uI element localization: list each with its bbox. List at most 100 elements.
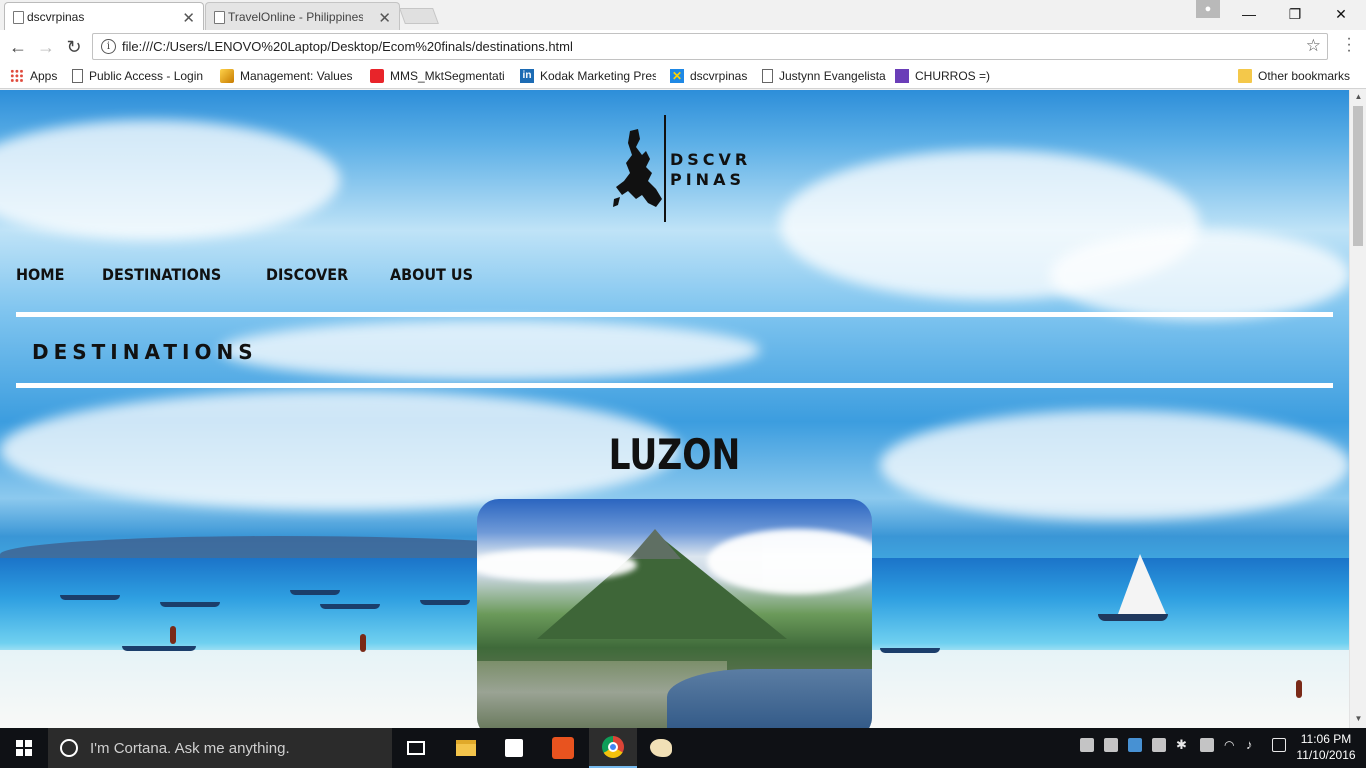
page-icon xyxy=(762,69,773,83)
bluetooth-icon[interactable]: ✱ xyxy=(1176,738,1190,752)
chrome-icon xyxy=(602,736,624,758)
tab-dscvrpinas[interactable]: dscvrpinas ✕ xyxy=(4,2,204,30)
site-navigation: HOME DESTINATIONS DISCOVER ABOUT US xyxy=(16,265,514,284)
url-text: file:///C:/Users/LENOVO%20Laptop/Desktop… xyxy=(122,39,573,54)
user-profile-icon[interactable]: ● xyxy=(1196,0,1220,18)
clock[interactable]: 11:06 PM 11/10/2016 xyxy=(1296,731,1356,763)
management-icon xyxy=(220,69,234,83)
star-bookmark-icon[interactable]: ☆ xyxy=(1306,36,1321,56)
linkedin-icon: in xyxy=(520,69,534,83)
apps-grid-icon xyxy=(10,69,24,83)
bookmark-label: dscvrpinas xyxy=(690,69,748,83)
bookmark-label: Public Access - Login xyxy=(89,69,204,83)
start-button[interactable] xyxy=(0,728,48,768)
section-heading: DESTINATIONS xyxy=(32,340,258,364)
browser-toolbar: ← → ↻ i file:///C:/Users/LENOVO%20Laptop… xyxy=(0,30,1366,63)
other-bookmarks-label: Other bookmarks xyxy=(1258,69,1351,83)
bookmark-kodak[interactable]: in Kodak Marketing Pres xyxy=(520,67,656,85)
close-tab-icon[interactable]: ✕ xyxy=(378,9,391,27)
bookmark-label: Apps xyxy=(30,69,58,83)
wifi-icon[interactable]: ◠ xyxy=(1224,738,1238,752)
other-bookmarks[interactable]: Other bookmarks xyxy=(1238,67,1350,85)
site-logo[interactable]: DSCVR PINAS xyxy=(612,115,747,225)
clock-time: 11:06 PM xyxy=(1300,732,1352,746)
tray-icon[interactable] xyxy=(1152,738,1166,752)
battery-icon[interactable] xyxy=(1200,738,1214,752)
notification-icon[interactable] xyxy=(1272,738,1286,752)
header-rule-bottom xyxy=(16,383,1333,388)
nav-destinations[interactable]: DESTINATIONS xyxy=(102,265,221,284)
menu-dots-icon[interactable]: · · · xyxy=(1343,31,1355,59)
tray-icon[interactable] xyxy=(1128,738,1142,752)
bookmark-label: Kodak Marketing Pres xyxy=(540,69,656,83)
tab-traveleonline[interactable]: TravelOnline - Philippines ✕ xyxy=(205,2,400,30)
bookmark-justynn[interactable]: Justynn Evangelista xyxy=(762,67,886,85)
new-tab-button[interactable] xyxy=(399,8,439,24)
nav-about-us[interactable]: ABOUT US xyxy=(390,265,473,284)
bookmark-apps[interactable]: Apps xyxy=(10,67,57,85)
paint-button[interactable] xyxy=(637,728,685,768)
bookmark-management-values[interactable]: Management: Values xyxy=(220,67,356,85)
scroll-down-icon[interactable]: ▼ xyxy=(1350,712,1366,726)
info-icon[interactable]: i xyxy=(101,39,116,54)
forward-arrow-icon[interactable]: → xyxy=(33,35,59,59)
restore-button[interactable]: ❐ xyxy=(1272,0,1318,28)
close-tab-icon[interactable]: ✕ xyxy=(182,9,195,27)
bookmark-label: Justynn Evangelista xyxy=(779,69,886,83)
region-title: LUZON xyxy=(608,430,741,479)
philippines-map-icon xyxy=(613,129,662,207)
store-button[interactable] xyxy=(490,728,538,768)
logo-divider xyxy=(664,115,666,222)
task-view-button[interactable] xyxy=(392,728,440,768)
bookmark-dscvrpinas[interactable]: ✕ dscvrpinas xyxy=(670,67,747,85)
task-view-icon xyxy=(407,741,425,755)
bookmark-public-access[interactable]: Public Access - Login xyxy=(72,67,206,85)
bookmark-mms[interactable]: MMS_MktSegmentati xyxy=(370,67,508,85)
page-icon xyxy=(72,69,83,83)
nav-home[interactable]: HOME xyxy=(16,265,64,284)
nav-discover[interactable]: DISCOVER xyxy=(266,265,348,284)
logo-line-1: DSCVR xyxy=(670,150,752,169)
minimize-button[interactable]: — xyxy=(1226,0,1272,28)
headphones-icon xyxy=(552,737,574,759)
list-icon xyxy=(895,69,909,83)
tab-title: dscvrpinas xyxy=(27,9,85,24)
folder-icon xyxy=(1238,69,1252,83)
paint-palette-icon xyxy=(650,739,672,757)
cortana-placeholder: I'm Cortana. Ask me anything. xyxy=(90,739,290,757)
bookmark-churros[interactable]: CHURROS =) xyxy=(895,67,990,85)
bookmark-label: MMS_MktSegmentati xyxy=(390,69,505,83)
logo-line-2: PINAS xyxy=(670,170,745,189)
page-icon xyxy=(214,11,225,24)
tray-icon[interactable] xyxy=(1104,738,1118,752)
volume-icon[interactable]: ♪ xyxy=(1246,738,1260,752)
bookmark-label: CHURROS =) xyxy=(915,69,991,83)
music-app-button[interactable] xyxy=(539,728,587,768)
chrome-button[interactable] xyxy=(589,728,637,768)
scroll-thumb[interactable] xyxy=(1353,106,1363,246)
tab-strip: dscvrpinas ✕ TravelOnline - Philippines … xyxy=(0,0,1366,30)
scroll-up-icon[interactable]: ▲ xyxy=(1350,90,1366,104)
bookmarks-bar: Apps Public Access - Login Management: V… xyxy=(0,63,1366,89)
page-scrollbar[interactable]: ▲ ▼ xyxy=(1349,90,1366,728)
clock-date: 11/10/2016 xyxy=(1296,748,1356,762)
page-viewport: DSCVR PINAS HOME DESTINATIONS DISCOVER A… xyxy=(0,90,1349,728)
bookmark-label: Management: Values xyxy=(240,69,353,83)
windows-logo-icon xyxy=(16,740,32,756)
store-icon xyxy=(505,739,523,757)
folder-icon xyxy=(456,740,476,756)
file-explorer-button[interactable] xyxy=(442,728,490,768)
luzon-image[interactable] xyxy=(477,499,872,728)
back-arrow-icon[interactable]: ← xyxy=(5,35,31,59)
x-icon: ✕ xyxy=(670,69,684,83)
taskbar: I'm Cortana. Ask me anything. ✱ ◠ ♪ 11:0… xyxy=(0,728,1366,768)
page-icon xyxy=(13,11,24,24)
logo-text: DSCVR PINAS xyxy=(670,150,751,190)
mms-icon xyxy=(370,69,384,83)
close-window-button[interactable]: ✕ xyxy=(1318,0,1364,28)
address-bar[interactable]: i file:///C:/Users/LENOVO%20Laptop/Deskt… xyxy=(92,33,1328,60)
cortana-search[interactable]: I'm Cortana. Ask me anything. xyxy=(48,728,392,768)
cortana-icon xyxy=(60,739,78,757)
tray-icon[interactable] xyxy=(1080,738,1094,752)
reload-icon[interactable]: ↻ xyxy=(61,35,87,59)
